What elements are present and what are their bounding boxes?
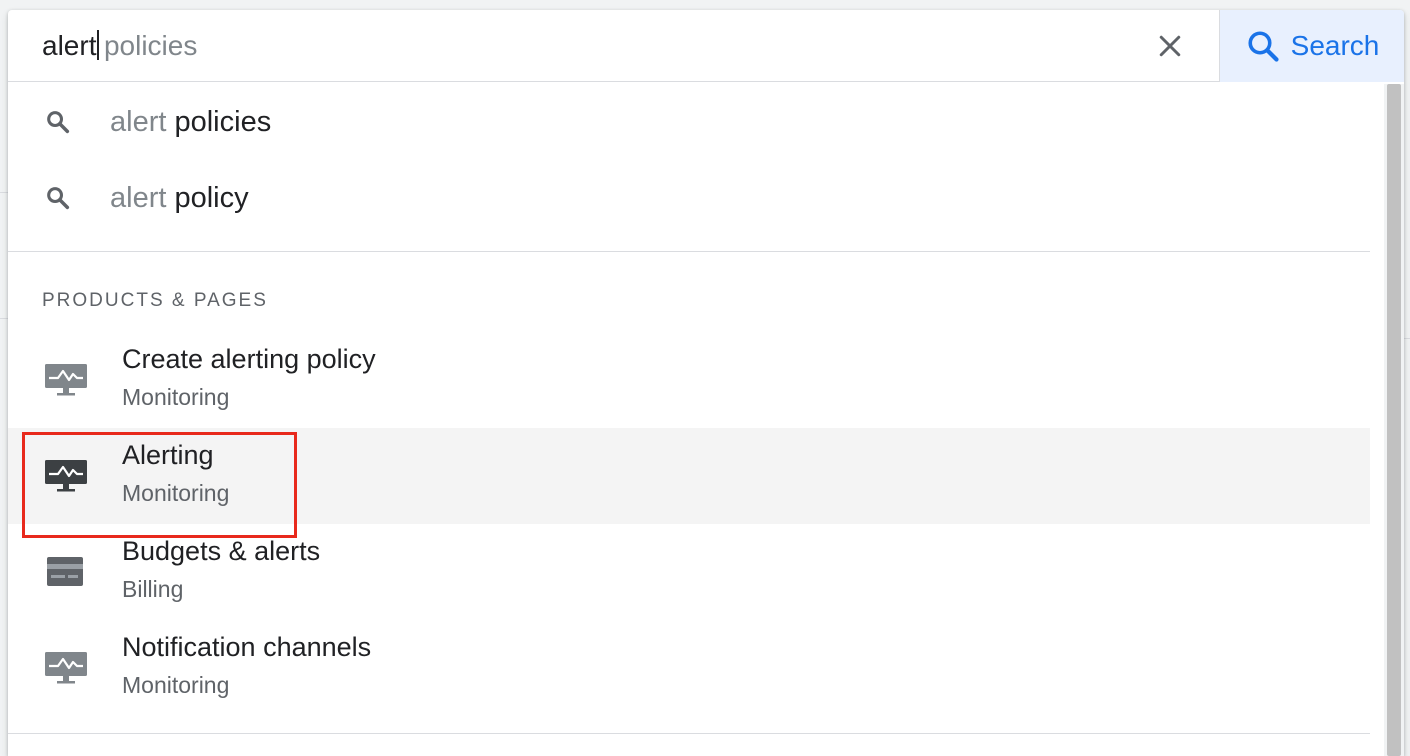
search-input[interactable]: alert policies xyxy=(42,28,197,64)
section-divider xyxy=(8,733,1370,734)
search-icon xyxy=(1248,31,1279,62)
suggestion-item[interactable]: alert policies xyxy=(8,84,1370,160)
background-divider xyxy=(0,318,8,319)
search-icon xyxy=(47,187,70,210)
result-subtitle: Monitoring xyxy=(122,384,230,410)
result-item-budgets-alerts[interactable]: Budgets & alerts Billing xyxy=(8,524,1370,620)
result-title: Budgets & alerts xyxy=(122,536,321,566)
section-divider xyxy=(8,251,1370,252)
search-bar: alert policies Search xyxy=(8,10,1404,82)
search-icon xyxy=(47,111,70,134)
result-subtitle: Monitoring xyxy=(122,672,230,698)
search-button[interactable]: Search xyxy=(1219,10,1404,82)
suggestion-completion: policies xyxy=(174,105,272,138)
result-subtitle: Billing xyxy=(122,576,184,602)
result-item-create-alerting-policy[interactable]: Create alerting policy Monitoring xyxy=(8,332,1370,428)
result-title: Notification channels xyxy=(122,632,372,662)
search-button-label: Search xyxy=(1290,30,1380,61)
suggestion-prefix: alert xyxy=(110,105,167,138)
scrollbar-thumb[interactable] xyxy=(1387,84,1401,756)
billing-icon xyxy=(47,557,83,586)
suggestion-item[interactable]: alert policy xyxy=(8,160,1370,236)
suggestion-prefix: alert xyxy=(110,181,167,214)
background-divider xyxy=(0,192,8,193)
result-subtitle: Monitoring xyxy=(122,480,230,506)
monitoring-icon xyxy=(45,364,87,396)
monitoring-icon xyxy=(45,652,87,684)
search-input-typed-text: alert xyxy=(42,30,97,61)
section-heading: PRODUCTS & PAGES xyxy=(42,290,268,311)
suggestion-completion: policy xyxy=(174,181,249,214)
result-item-alerting[interactable]: Alerting Monitoring xyxy=(8,428,1370,524)
clear-search-button[interactable] xyxy=(1146,28,1194,64)
suggestion-text: alert policies xyxy=(110,106,271,139)
dropdown-scrollbar[interactable] xyxy=(1384,84,1404,756)
result-title: Create alerting policy xyxy=(122,344,376,374)
text-caret xyxy=(97,30,99,60)
monitoring-icon xyxy=(45,460,87,492)
search-dropdown-panel: alertpolicies Search alert policies ale xyxy=(8,10,1404,756)
suggestion-text: alert policy xyxy=(110,182,249,215)
background-divider xyxy=(1404,338,1410,339)
close-icon xyxy=(1159,35,1181,57)
result-title: Alerting xyxy=(122,440,214,470)
result-item-notification-channels[interactable]: Notification channels Monitoring xyxy=(8,620,1370,716)
search-input-autocomplete-hint: policies xyxy=(103,30,198,61)
